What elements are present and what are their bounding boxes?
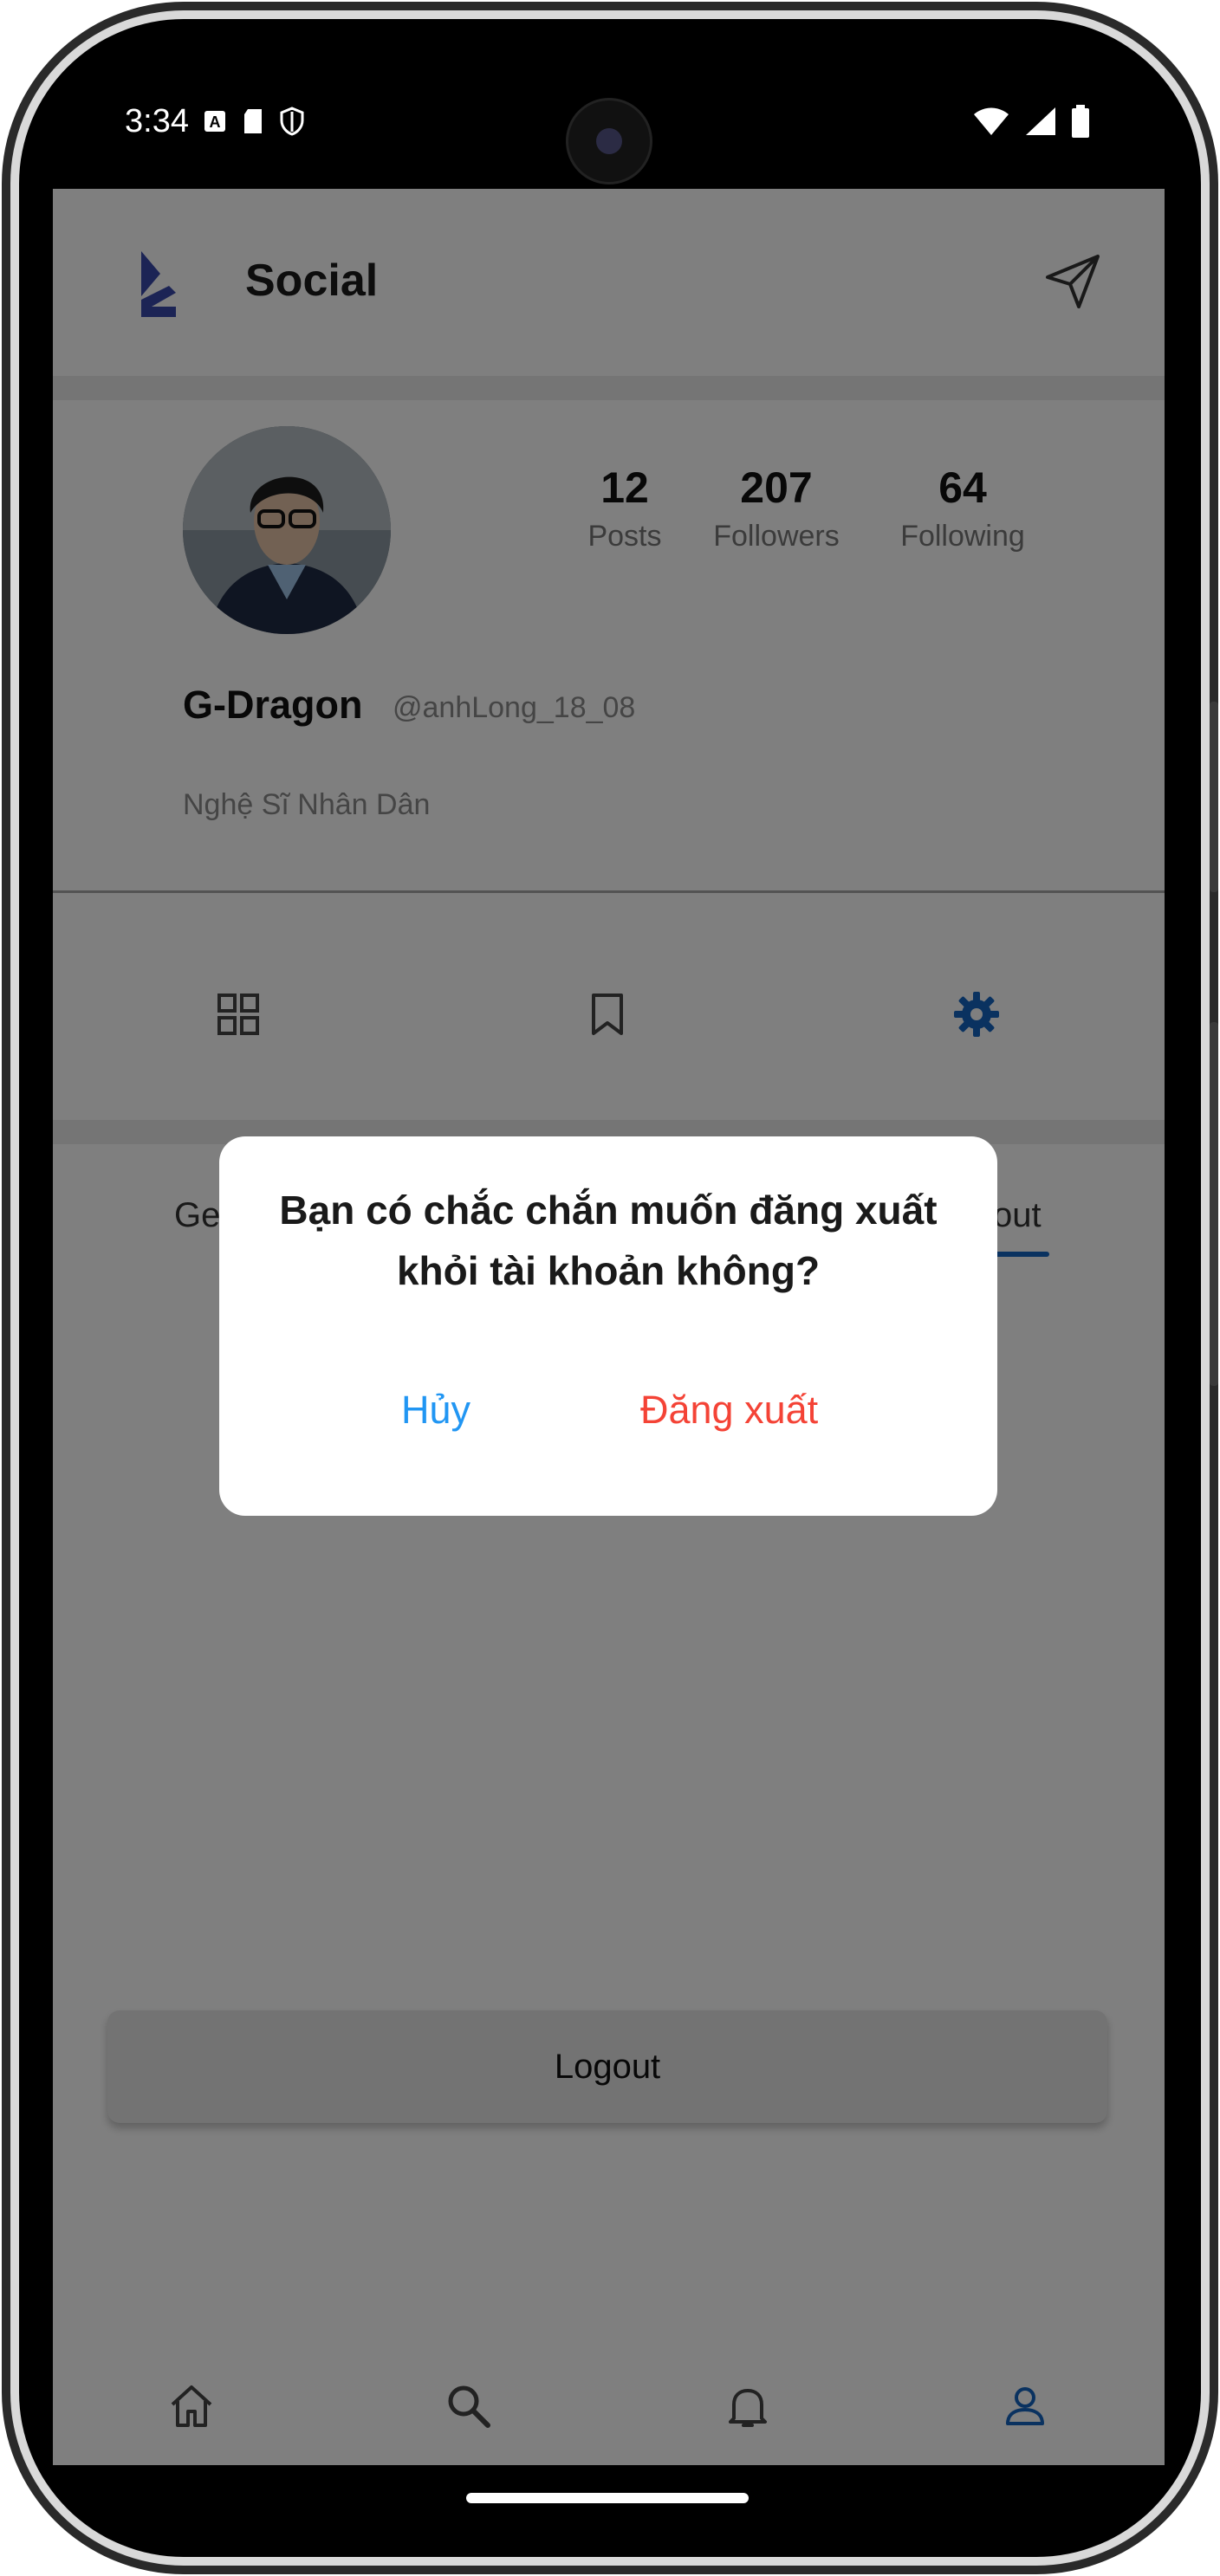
svg-text:A: A (209, 113, 220, 131)
signal-icon (1026, 107, 1055, 135)
logout-confirm-dialog: Bạn có chắc chắn muốn đăng xuất khỏi tài… (219, 1136, 997, 1516)
battery-icon (1072, 105, 1089, 138)
confirm-logout-button[interactable]: Đăng xuất (640, 1388, 818, 1433)
volume-button (1210, 702, 1218, 892)
status-bar-right (972, 95, 1090, 147)
status-bar-left: 3:34 A (125, 95, 305, 147)
status-time: 3:34 (125, 102, 189, 139)
keyboard-notification-icon: A (204, 111, 225, 132)
phone-frame: 3:34 A Social (0, 0, 1220, 2576)
power-button (1210, 1022, 1218, 1386)
wifi-icon (974, 107, 1009, 135)
shield-icon (280, 107, 304, 136)
sd-card-icon (243, 109, 262, 133)
dialog-message: Bạn có chắc chắn muốn đăng xuất khỏi tài… (279, 1188, 938, 1293)
cancel-button[interactable]: Hủy (401, 1388, 470, 1433)
home-indicator[interactable] (466, 2493, 749, 2503)
front-camera (566, 98, 652, 184)
